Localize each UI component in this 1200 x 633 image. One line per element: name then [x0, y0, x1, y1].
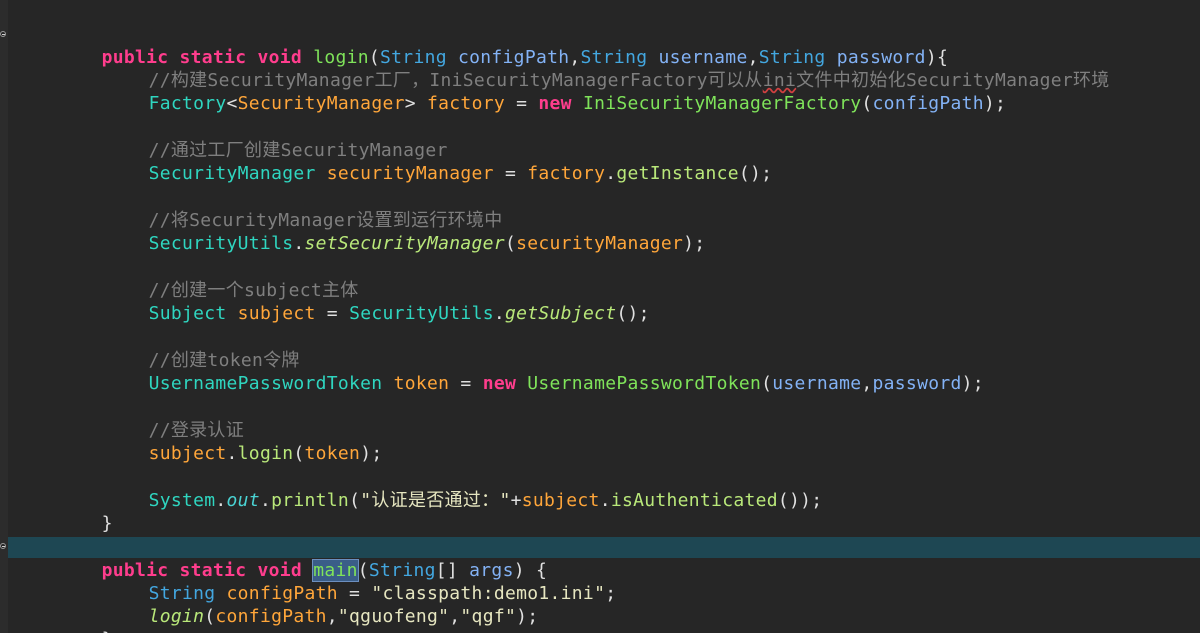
- class-name: UsernamePasswordToken: [148, 373, 383, 394]
- class-name: Subject: [148, 303, 227, 324]
- punctuation: ,: [326, 606, 338, 627]
- class-name: SecurityUtils: [148, 233, 294, 254]
- operator: =: [449, 373, 483, 394]
- keyword-new: new: [482, 373, 517, 394]
- static-method-call: getSubject: [504, 303, 617, 324]
- punctuation: );: [983, 93, 1007, 114]
- punctuation: );: [683, 233, 706, 254]
- punctuation: (: [504, 233, 517, 254]
- punctuation: .: [605, 163, 617, 184]
- punctuation: ,: [861, 373, 873, 394]
- punctuation: );: [516, 606, 539, 627]
- local-variable: token: [304, 443, 361, 464]
- local-variable: securityManager: [326, 163, 494, 184]
- code-line: public static void login(String configPa…: [57, 23, 948, 68]
- operator: =: [504, 93, 539, 114]
- method-call: getInstance: [616, 163, 739, 184]
- punctuation: .: [599, 490, 611, 511]
- code-line: //创建token令牌: [104, 326, 300, 371]
- punctuation: (: [349, 490, 361, 511]
- punctuation: ();: [616, 303, 650, 324]
- class-name: SecurityUtils: [349, 303, 494, 324]
- punctuation: .: [215, 490, 227, 511]
- punctuation: ();: [738, 163, 773, 184]
- punctuation: <: [226, 93, 238, 114]
- string-literal: "qgf": [460, 606, 517, 627]
- code-line: UsernamePasswordToken token = new Userna…: [104, 349, 984, 394]
- operator: +: [510, 490, 522, 511]
- local-variable: securityManager: [516, 233, 684, 254]
- method-call: login: [237, 443, 294, 464]
- punctuation: .: [226, 443, 238, 464]
- local-variable: subject: [237, 303, 316, 324]
- method-call: println: [271, 490, 350, 511]
- closing-brace: }: [101, 513, 113, 534]
- code-line: subject.login(token);: [104, 419, 383, 464]
- code-line: Factory<SecurityManager> factory = new I…: [104, 69, 1006, 114]
- keyword-new: new: [538, 93, 572, 114]
- code-line: String configPath = "classpath:demo1.ini…: [104, 559, 616, 604]
- code-line: public static void main(String[] args) {: [57, 536, 547, 582]
- punctuation: (: [861, 93, 873, 114]
- local-variable: configPath: [215, 606, 327, 627]
- punctuation: ());: [777, 490, 823, 511]
- operator: =: [493, 163, 528, 184]
- string-literal: "认证是否通过：": [360, 490, 511, 511]
- constructor-call: UsernamePasswordToken: [527, 373, 762, 394]
- code-line: }: [57, 489, 113, 534]
- static-method-call: setSecurityManager: [304, 233, 505, 254]
- code-line: //创建一个subject主体: [104, 256, 359, 301]
- punctuation: .: [293, 233, 305, 254]
- string-literal: "qguofeng": [337, 606, 450, 627]
- fold-toggle-icon[interactable]: [0, 31, 6, 37]
- punctuation: .: [493, 303, 505, 324]
- local-variable: subject: [521, 490, 600, 511]
- editor-gutter: [0, 0, 8, 633]
- param-reference: configPath: [872, 93, 984, 114]
- local-variable: subject: [148, 443, 227, 464]
- code-editor[interactable]: public static void login(String configPa…: [0, 0, 1200, 633]
- code-line: login(configPath,"qguofeng","qgf");: [104, 582, 539, 627]
- code-line: }: [57, 605, 113, 633]
- local-variable: factory: [427, 93, 505, 114]
- static-method-call: login: [148, 606, 205, 627]
- static-field: out: [226, 490, 260, 511]
- param-reference: username: [772, 373, 862, 394]
- code-line: //通过工厂创建SecurityManager: [104, 116, 448, 161]
- local-variable: factory: [527, 163, 606, 184]
- param-reference: password: [872, 373, 962, 394]
- class-name: System: [148, 490, 216, 511]
- method-call: isAuthenticated: [610, 490, 778, 511]
- class-name: SecurityManager: [148, 163, 316, 184]
- punctuation: );: [360, 443, 383, 464]
- class-name: Factory: [148, 93, 227, 114]
- closing-brace: }: [102, 629, 113, 633]
- code-line: Subject subject = SecurityUtils.getSubje…: [104, 279, 650, 324]
- punctuation: );: [961, 373, 984, 394]
- code-line: SecurityUtils.setSecurityManager(securit…: [104, 209, 706, 254]
- punctuation: ;: [605, 583, 617, 604]
- punctuation: ,: [449, 606, 461, 627]
- code-line: //登录认证: [104, 396, 244, 441]
- punctuation: (: [204, 606, 216, 627]
- constructor-call: IniSecurityManagerFactory: [582, 93, 862, 114]
- punctuation: (: [293, 443, 305, 464]
- local-variable: token: [393, 373, 450, 394]
- punctuation: .: [259, 490, 272, 511]
- punctuation: >: [404, 93, 428, 114]
- punctuation: (: [761, 373, 773, 394]
- code-line: //将SecurityManager设置到运行环境中: [104, 186, 503, 231]
- code-line: //构建SecurityManager工厂，IniSecurityManager…: [104, 46, 1110, 91]
- code-line: SecurityManager securityManager = factor…: [104, 139, 772, 184]
- operator: =: [315, 303, 350, 324]
- code-line: System.out.println("认证是否通过："+subject.isA…: [104, 466, 823, 511]
- fold-toggle-icon[interactable]: [0, 543, 6, 549]
- type-parameter: SecurityManager: [237, 93, 405, 114]
